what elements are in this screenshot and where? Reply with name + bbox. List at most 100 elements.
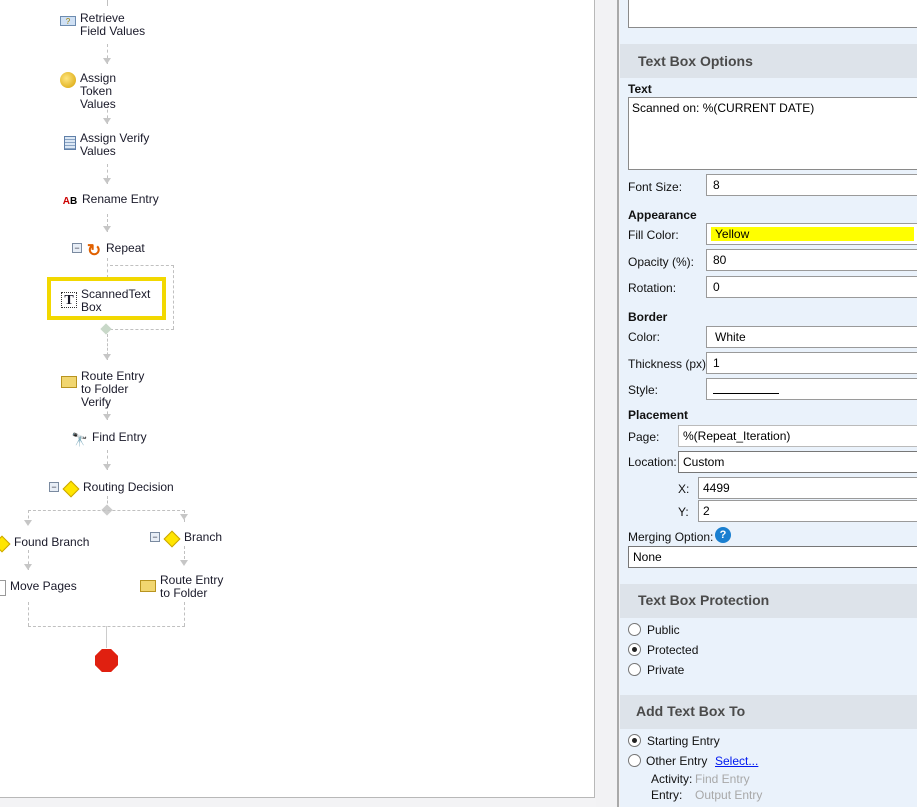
rotation-input[interactable]: 0 xyxy=(706,276,917,298)
opacity-input[interactable]: 80 xyxy=(706,249,917,271)
arrow xyxy=(103,178,111,184)
splitter[interactable] xyxy=(596,0,617,807)
style-label: Style: xyxy=(628,383,659,397)
fill-color-label: Fill Color: xyxy=(628,228,679,242)
thickness-input[interactable]: 1 xyxy=(706,352,917,374)
node-scanned-text-box: T ScannedText Box xyxy=(61,288,151,314)
entry-value: Output Entry xyxy=(695,788,763,802)
x-label: X: xyxy=(678,482,690,496)
text-input[interactable]: Scanned on: %(CURRENT DATE) xyxy=(628,97,917,170)
repeat-icon: ↻ xyxy=(86,240,102,260)
node-find-entry[interactable]: 🔭 Find Entry xyxy=(72,431,147,447)
opacity-label: Opacity (%): xyxy=(628,255,695,269)
binoculars-icon: 🔭 xyxy=(71,431,89,447)
node-branch[interactable]: − Branch xyxy=(150,530,222,548)
field-values-icon: ? xyxy=(60,16,76,26)
description-box[interactable] xyxy=(628,0,917,28)
fill-color-select[interactable]: Yellow xyxy=(706,223,917,245)
panel-divider xyxy=(617,0,619,807)
font-size-input[interactable]: 8 xyxy=(706,174,917,196)
decision-icon xyxy=(163,530,181,548)
stop-icon[interactable] xyxy=(95,649,118,672)
decision-icon xyxy=(0,535,11,553)
y-label: Y: xyxy=(678,505,689,519)
activity-label: Activity: xyxy=(651,772,693,786)
section-header-add-text-box-to[interactable]: Add Text Box To xyxy=(620,695,917,729)
radio-starting-entry-label[interactable]: Starting Entry xyxy=(647,734,720,748)
properties-panel: Text Box Options Text Scanned on: %(CURR… xyxy=(620,0,917,807)
verify-list-icon xyxy=(64,136,76,150)
arrow xyxy=(24,520,32,526)
merging-option-label: Merging Option: xyxy=(628,530,714,544)
arrow xyxy=(103,118,111,124)
radio-public[interactable] xyxy=(628,623,641,636)
loop-connector xyxy=(173,265,174,329)
appearance-label: Appearance xyxy=(628,208,697,222)
border-label: Border xyxy=(628,310,668,324)
loop-junction xyxy=(100,323,112,335)
radio-protected-label[interactable]: Protected xyxy=(647,643,698,657)
node-move-pages[interactable]: Move Pages xyxy=(0,580,77,596)
node-route-entry-folder-verify[interactable]: Route Entry to Folder Verify xyxy=(61,370,156,409)
collapse-toggle[interactable]: − xyxy=(72,243,82,253)
node-found-branch[interactable]: Found Branch xyxy=(0,535,89,553)
connector xyxy=(184,602,185,626)
arrow xyxy=(103,58,111,64)
location-label: Location: xyxy=(628,455,677,469)
folder-icon xyxy=(61,376,77,388)
x-input[interactable]: 4499 xyxy=(698,477,917,499)
text-box-icon: T xyxy=(61,292,77,308)
folder-icon xyxy=(140,580,156,592)
fill-color-value: Yellow xyxy=(711,227,914,241)
node-scanned-text-box-selected[interactable]: T ScannedText Box xyxy=(47,277,166,320)
text-label: Text xyxy=(628,82,652,96)
arrow xyxy=(24,564,32,570)
thickness-label: Thickness (px): xyxy=(628,357,710,371)
node-rename-entry[interactable]: AB Rename Entry xyxy=(62,193,159,209)
arrow xyxy=(103,414,111,420)
workflow-canvas[interactable]: ? Retrieve Field Values Assign Token Val… xyxy=(0,0,595,798)
token-icon xyxy=(60,72,76,88)
collapse-toggle[interactable]: − xyxy=(150,532,160,542)
rename-icon: AB xyxy=(62,195,78,207)
node-repeat[interactable]: − ↻ Repeat xyxy=(72,240,145,260)
node-route-entry-folder[interactable]: Route Entry to Folder xyxy=(140,574,235,600)
connector xyxy=(107,0,108,6)
y-input[interactable]: 2 xyxy=(698,500,917,522)
node-routing-decision[interactable]: − Routing Decision xyxy=(49,480,174,498)
node-assign-token-values[interactable]: Assign Token Values xyxy=(60,72,150,111)
arrow xyxy=(180,560,188,566)
connector xyxy=(28,602,29,626)
decision-icon xyxy=(62,480,80,498)
loop-connector xyxy=(110,329,174,330)
radio-private-label[interactable]: Private xyxy=(647,663,684,677)
radio-protected[interactable] xyxy=(628,643,641,656)
node-retrieve-field-values[interactable]: ? Retrieve Field Values xyxy=(60,12,150,38)
radio-other-entry[interactable] xyxy=(628,754,641,767)
connector xyxy=(106,626,107,648)
radio-starting-entry[interactable] xyxy=(628,734,641,747)
connector xyxy=(107,258,108,278)
section-header-text-box-protection[interactable]: Text Box Protection xyxy=(620,584,917,618)
location-select[interactable]: Custom xyxy=(678,451,917,473)
merging-option-select[interactable]: None xyxy=(628,546,917,568)
branch-connector xyxy=(28,510,185,511)
radio-other-entry-label[interactable]: Other Entry xyxy=(646,754,707,768)
border-style-select[interactable] xyxy=(706,378,917,400)
arrow xyxy=(103,354,111,360)
arrow xyxy=(103,226,111,232)
section-header-text-box-options[interactable]: Text Box Options xyxy=(620,44,917,78)
radio-private[interactable] xyxy=(628,663,641,676)
border-color-select[interactable]: White xyxy=(706,326,917,348)
help-icon[interactable]: ? xyxy=(715,527,731,543)
node-assign-verify-values[interactable]: Assign Verify Values xyxy=(64,132,150,158)
placement-label: Placement xyxy=(628,408,689,422)
radio-public-label[interactable]: Public xyxy=(647,623,680,637)
font-size-label: Font Size: xyxy=(628,180,683,194)
entry-label: Entry: xyxy=(651,788,683,802)
activity-value: Find Entry xyxy=(695,772,750,786)
page-icon xyxy=(0,580,6,596)
collapse-toggle[interactable]: − xyxy=(49,482,59,492)
select-entry-link[interactable]: Select... xyxy=(715,754,758,768)
page-input[interactable]: %(Repeat_Iteration) xyxy=(678,425,917,447)
